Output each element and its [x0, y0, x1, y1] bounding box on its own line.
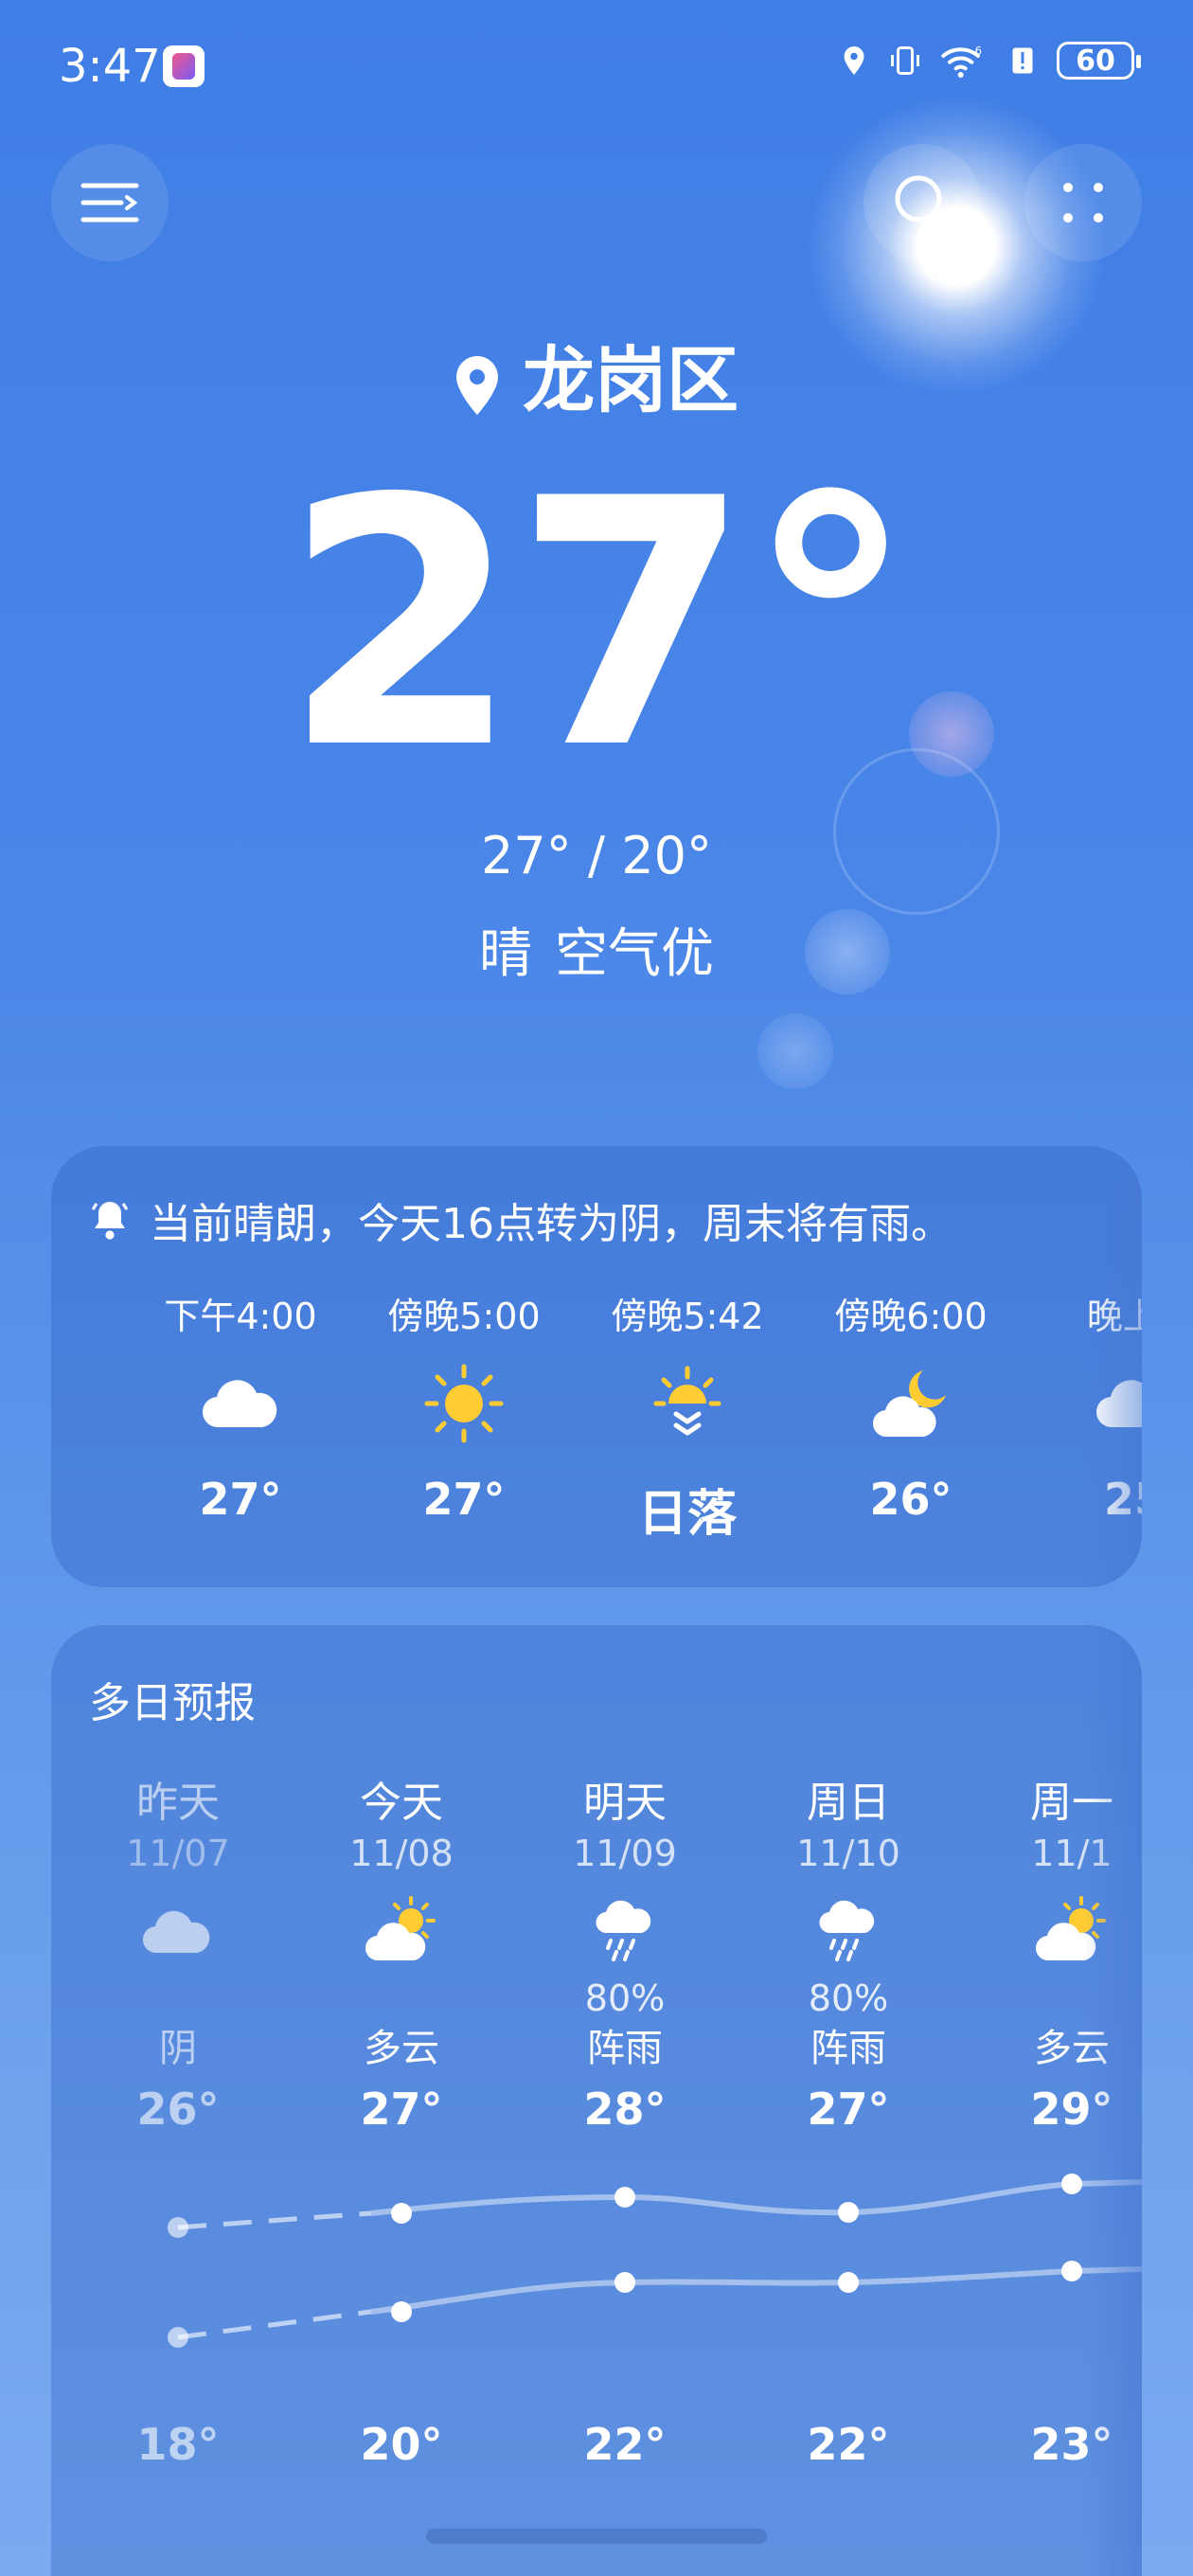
high-low-temperature: 27° / 20°	[481, 826, 712, 886]
day-label: 昨天	[136, 1779, 220, 1827]
current-condition: 晴空气优	[0, 911, 1193, 988]
daily-item[interactable]: 周日 11/10 80% 阵雨 27°	[737, 1777, 960, 2142]
sun-icon	[424, 1364, 504, 1443]
hour-temp: 27°	[422, 1474, 506, 1525]
temp-point	[1061, 2261, 1082, 2281]
day-condition: 阵雨	[587, 2027, 663, 2070]
temp-point	[168, 2217, 188, 2238]
day-low: 22°	[807, 2419, 890, 2470]
sunset-icon	[653, 1366, 721, 1436]
hourly-item: 傍晚6:00 26°	[799, 1288, 1023, 1525]
day-date: 11/10	[796, 1833, 900, 1874]
temp-point	[614, 2187, 635, 2208]
daily-forecast-card[interactable]: 多日预报 昨天 11/07 阴 26° 今天 11/08 多云 27° 明天 1…	[51, 1625, 1142, 2576]
day-date: 11/09	[573, 1833, 677, 1874]
temp-point	[838, 2272, 859, 2293]
precip-chance	[290, 1976, 513, 2021]
location-name: 龙岗区	[523, 338, 739, 422]
day-condition: 多云	[364, 2027, 439, 2070]
svg-text:6: 6	[975, 44, 982, 57]
hour-temp: 27°	[199, 1474, 282, 1525]
hour-temp: 26°	[869, 1474, 953, 1525]
temp-point	[391, 2301, 412, 2322]
day-high: 28°	[583, 2084, 667, 2135]
day-low: 20°	[360, 2419, 443, 2470]
home-indicator[interactable]	[426, 2529, 767, 2544]
day-high: 27°	[807, 2084, 890, 2135]
moon-cloud-icon	[872, 1370, 946, 1438]
wifi-icon: 6	[941, 44, 982, 78]
hour-time: 傍晚6:00	[834, 1296, 988, 1337]
app-notification-icon	[163, 45, 205, 87]
hourly-item: 傍晚5:00 27°	[352, 1288, 576, 1525]
temp-point	[614, 2272, 635, 2293]
scroll-fade	[1085, 1625, 1142, 2576]
rain-icon	[819, 1900, 875, 1961]
status-time: 3:47	[59, 40, 161, 93]
location-pin-icon	[456, 356, 498, 415]
day-condition: 阴	[159, 2027, 197, 2070]
hour-time: 傍晚5:00	[387, 1296, 541, 1337]
status-icons: 6 60	[837, 42, 1141, 80]
temp-point	[838, 2202, 859, 2223]
rain-icon	[596, 1900, 651, 1961]
bell-icon	[91, 1202, 129, 1240]
day-low: 18°	[136, 2419, 220, 2470]
day-label: 今天	[360, 1779, 443, 1827]
partly-cloudy-icon	[365, 1896, 436, 1961]
day-low: 22°	[583, 2419, 667, 2470]
hourly-list[interactable]: 下午4:00 27° 傍晚5:00 27° 傍晚5:42 日落 傍晚6:00 2…	[51, 1288, 1142, 1572]
weather-condition: 晴	[479, 923, 532, 985]
menu-button[interactable]	[51, 144, 169, 261]
daily-item[interactable]: 明天 11/09 80% 阵雨 28°	[513, 1777, 737, 2142]
day-high: 27°	[360, 2084, 443, 2135]
hour-time: 下午4:00	[164, 1296, 317, 1337]
day-date: 11/08	[349, 1833, 454, 1874]
cloud-icon	[142, 1910, 210, 1954]
alert-text: 当前晴朗，今天16点转为阴，周末将有雨。	[150, 1200, 953, 1248]
temp-point	[168, 2327, 188, 2348]
weather-alert: 当前晴朗，今天16点转为阴，周末将有雨。	[91, 1190, 953, 1250]
temp-point	[1061, 2174, 1082, 2194]
precip-chance: 80%	[584, 1977, 666, 2019]
day-condition: 阵雨	[810, 2027, 886, 2070]
day-label: 明天	[583, 1779, 667, 1827]
day-label: 周日	[807, 1779, 890, 1827]
day-date: 11/07	[126, 1833, 230, 1874]
hour-time: 傍晚5:42	[611, 1296, 764, 1337]
location-title[interactable]: 龙岗区	[0, 322, 1193, 426]
day-high: 26°	[136, 2084, 220, 2135]
hourly-forecast-card[interactable]: 当前晴朗，今天16点转为阴，周末将有雨。 下午4:00 27° 傍晚5:00 2…	[51, 1146, 1142, 1587]
hourly-item: 傍晚5:42 日落	[576, 1288, 799, 1545]
current-temperature: 27°	[282, 426, 917, 823]
hourly-item: 下午4:00 27°	[129, 1288, 352, 1525]
precip-chance: 80%	[808, 1977, 889, 2019]
hour-temp: 日落	[637, 1486, 737, 1543]
precip-chance	[66, 1976, 290, 2021]
air-quality[interactable]: 空气优	[555, 923, 714, 985]
menu-icon	[80, 183, 139, 223]
vibrate-icon	[891, 46, 919, 75]
location-icon	[844, 46, 864, 75]
battery-icon: 60	[1057, 42, 1141, 80]
scroll-fade	[1085, 1146, 1142, 1587]
temp-point	[391, 2203, 412, 2224]
alert-icon	[1012, 47, 1033, 74]
daily-item[interactable]: 今天 11/08 多云 27°	[290, 1777, 513, 2142]
lens-flare	[757, 1013, 833, 1089]
daily-item[interactable]: 昨天 11/07 阴 26°	[66, 1777, 290, 2142]
cloud-icon	[202, 1380, 277, 1428]
